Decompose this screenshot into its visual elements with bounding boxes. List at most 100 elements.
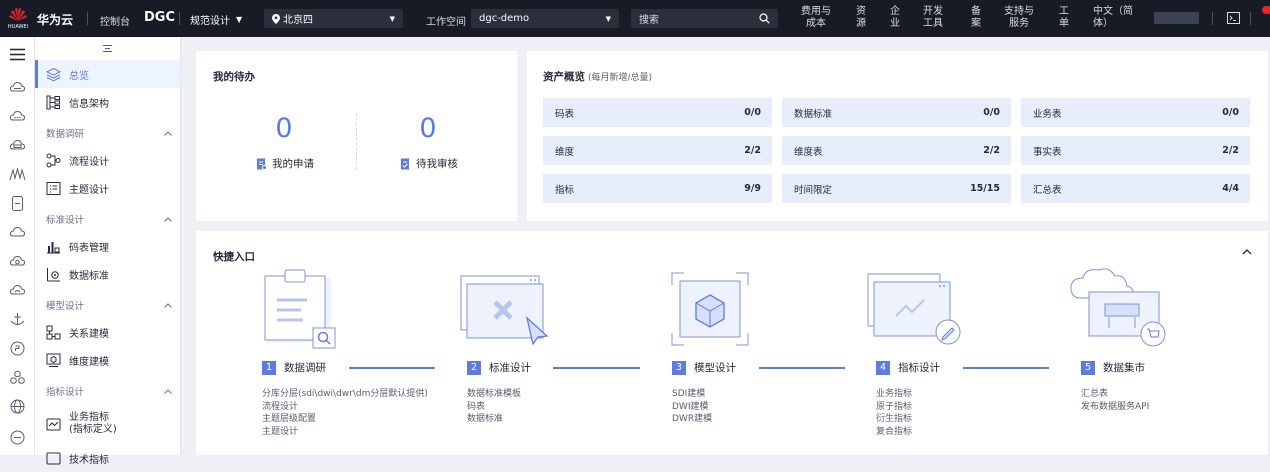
collapse-menu-icon[interactable] <box>103 44 112 53</box>
step-number: 1 <box>262 360 276 375</box>
anchor-icon[interactable] <box>9 311 26 328</box>
chevron-up-icon <box>164 216 172 222</box>
group-label: 指标设计 <box>46 387 85 398</box>
sidebar-item-overview[interactable]: 总览 <box>35 60 180 88</box>
asset-cell[interactable]: 汇总表 4/4 <box>1021 174 1250 203</box>
user-account[interactable] <box>1154 12 1199 24</box>
desc-link[interactable]: DWR建模 <box>672 413 712 426</box>
sidebar-item-business-metrics[interactable]: 业务指标 (指标定义) <box>35 407 180 441</box>
data-lake-icon[interactable] <box>9 166 26 183</box>
quick-step-metrics[interactable]: 4 指标设计 <box>876 360 940 375</box>
menu-cost[interactable]: 费用与 成本 <box>801 6 831 30</box>
menu-line: 企 <box>890 6 900 17</box>
my-requests-count[interactable]: 0 <box>254 113 314 144</box>
circle-badge-icon[interactable] <box>9 340 26 357</box>
sidebar-item-info-architecture[interactable]: 信息架构 <box>35 88 180 116</box>
desc-link[interactable]: 业务指标 <box>876 388 912 401</box>
desc-link[interactable]: 主题层级配置 <box>262 413 428 426</box>
cloud-service-icon[interactable] <box>9 79 26 96</box>
desc-link[interactable]: 汇总表 <box>1081 388 1149 401</box>
cloud-icon[interactable] <box>9 224 26 241</box>
hamburger-menu-icon[interactable] <box>9 46 26 63</box>
desc-link[interactable]: 发布数据服务API <box>1081 401 1149 414</box>
brand-name[interactable]: 华为云 <box>37 11 73 28</box>
quick-step-research[interactable]: 1 数据调研 <box>262 360 326 375</box>
desc-link[interactable]: 衍生指标 <box>876 413 912 426</box>
step-connector <box>759 367 845 369</box>
asset-cell[interactable]: 业务表 0/0 <box>1021 98 1250 127</box>
asset-cell[interactable]: 码表 0/0 <box>543 98 772 127</box>
asset-cell[interactable]: 时间限定 15/15 <box>782 174 1011 203</box>
sidebar-item-subject-design[interactable]: 主题设计 <box>35 174 180 202</box>
quick-step-mart[interactable]: 5 数据集市 <box>1081 360 1145 375</box>
sidebar-item-relational-modeling[interactable]: 关系建模 <box>35 318 180 346</box>
sidebar-item-process-design[interactable]: 流程设计 <box>35 146 180 174</box>
group-label: 数据调研 <box>46 129 85 140</box>
module-dropdown[interactable]: 规范设计 ▼ <box>190 12 242 27</box>
menu-dev-tools[interactable]: 开发 工具 <box>923 6 943 30</box>
desc-link[interactable]: 复合指标 <box>876 426 912 439</box>
terminal-icon[interactable] <box>1227 12 1240 24</box>
desc-link[interactable]: 数据标准 <box>467 413 521 426</box>
desc-link[interactable]: 流程设计 <box>262 401 428 414</box>
sidebar-item-data-standard[interactable]: 数据标准 <box>35 260 180 288</box>
sidebar-item-code-table[interactable]: 码表管理 <box>35 232 180 260</box>
desc-link[interactable]: SDI建模 <box>672 388 712 401</box>
step-desc-metrics: 业务指标 原子指标 衍生指标 复合指标 <box>876 388 912 438</box>
pending-review-count[interactable]: 0 <box>398 113 458 144</box>
desc-link[interactable]: DWI建模 <box>672 401 712 414</box>
step-desc-mart: 汇总表 发布数据服务API <box>1081 388 1149 413</box>
product-name[interactable]: DGC <box>144 10 175 25</box>
search-icon[interactable] <box>759 13 770 24</box>
sidebar-item-label: 关系建模 <box>69 328 109 340</box>
desc-link[interactable]: 数据标准模板 <box>467 388 521 401</box>
asset-cell[interactable]: 数据标准 0/0 <box>782 98 1011 127</box>
sidebar-group-metrics[interactable]: 指标设计 <box>46 384 172 398</box>
menu-language[interactable]: 中文（简 体） <box>1093 6 1133 30</box>
sidebar-group-research[interactable]: 数据调研 <box>46 126 172 140</box>
step-desc-research: 分库分层(sdi\dwi\dwr\dm分层默认提供) 流程设计 主题层级配置 主… <box>262 388 428 438</box>
pending-review-link[interactable]: 待我审核 <box>400 156 458 171</box>
sidebar-group-standards[interactable]: 标准设计 <box>46 212 172 226</box>
quick-step-model[interactable]: 3 模型设计 <box>672 360 736 375</box>
desc-link[interactable]: 原子指标 <box>876 401 912 414</box>
asset-cell[interactable]: 维度 2/2 <box>543 136 772 165</box>
my-requests-label: 我的申请 <box>272 158 314 170</box>
database-icon[interactable] <box>9 195 26 212</box>
group-label: 模型设计 <box>46 301 85 312</box>
menu-resources[interactable]: 资源 <box>856 6 866 30</box>
cloud-storage-icon[interactable] <box>9 137 26 154</box>
menu-filing[interactable]: 备案 <box>971 6 981 30</box>
sidebar-item-tech-metrics[interactable]: 技术指标 <box>35 444 180 472</box>
cloud-sync-icon[interactable] <box>9 282 26 299</box>
cloud-compute-icon[interactable] <box>9 253 26 270</box>
menu-line: 源 <box>856 18 866 29</box>
cloud-network-icon[interactable] <box>9 108 26 125</box>
region-select[interactable]: 北京四 ▼ <box>264 9 403 28</box>
huawei-logo[interactable]: HUAWEI <box>7 6 29 32</box>
desc-link[interactable]: 码表 <box>467 401 521 414</box>
globe-icon[interactable] <box>9 398 26 415</box>
sidebar-item-dimension-modeling[interactable]: 维度建模 <box>35 346 180 374</box>
notification-badge[interactable] <box>1262 6 1270 14</box>
desc-link[interactable]: 主题设计 <box>262 426 428 439</box>
asset-cell[interactable]: 事实表 2/2 <box>1021 136 1250 165</box>
asset-cell[interactable]: 指标 9/9 <box>543 174 772 203</box>
workspace-select[interactable]: dgc-demo ▼ <box>471 9 619 28</box>
cluster-icon[interactable] <box>9 369 26 386</box>
search-input[interactable]: 搜索 <box>631 9 778 28</box>
step-connector <box>963 367 1049 369</box>
menu-tickets[interactable]: 工单 <box>1059 6 1069 30</box>
workspace-value: dgc-demo <box>479 13 530 24</box>
chevron-up-icon[interactable] <box>1242 248 1252 255</box>
my-requests-link[interactable]: 我的申请 <box>256 156 314 171</box>
desc-link[interactable]: 分库分层(sdi\dwi\dwr\dm分层默认提供) <box>262 388 428 401</box>
sidebar-group-model[interactable]: 模型设计 <box>46 298 172 312</box>
console-link[interactable]: 控制台 <box>100 13 130 28</box>
dgc-service-icon[interactable] <box>9 429 26 446</box>
quick-step-standard[interactable]: 2 标准设计 <box>467 360 531 375</box>
asset-cell[interactable]: 维度表 2/2 <box>782 136 1011 165</box>
menu-support[interactable]: 支持与 服务 <box>1004 6 1034 30</box>
step-label: 指标设计 <box>898 362 940 374</box>
menu-enterprise[interactable]: 企业 <box>890 6 900 30</box>
